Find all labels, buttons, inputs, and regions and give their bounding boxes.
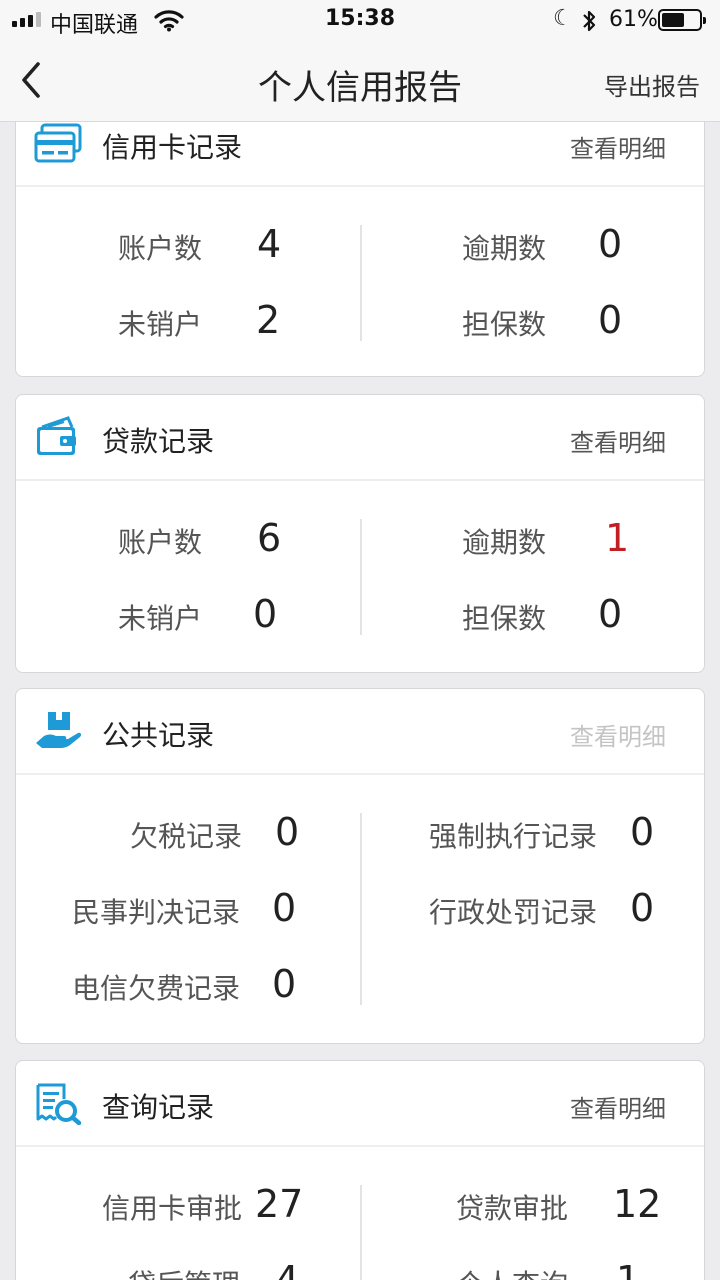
- stat-value: 12: [613, 1182, 662, 1226]
- stat-value: 0: [272, 962, 297, 1006]
- bluetooth-icon: [583, 10, 596, 32]
- stat-value: 0: [253, 592, 278, 636]
- receipt-search-icon: [36, 1083, 82, 1125]
- stat-value: 0: [275, 810, 300, 854]
- stat-value: 4: [275, 1258, 300, 1280]
- stat-label: 欠税记录: [129, 820, 242, 853]
- stat-label: 信用卡审批: [101, 1192, 242, 1225]
- view-detail-link[interactable]: 查看明细: [570, 1089, 666, 1124]
- stat-value: 6: [257, 516, 282, 560]
- stat-value: 0: [630, 810, 655, 854]
- column-divider: [360, 519, 362, 635]
- card-title: 贷款记录: [102, 425, 215, 458]
- stat-value: 0: [630, 886, 655, 930]
- overdue-value-warning: 1: [605, 516, 630, 560]
- column-divider: [360, 813, 362, 1005]
- stat-value: 0: [598, 298, 623, 342]
- column-divider: [360, 225, 362, 341]
- stat-value: 0: [272, 886, 297, 930]
- card-title: 公共记录: [102, 719, 215, 752]
- stat-value: 0: [598, 592, 623, 636]
- credit-card-icon: [34, 123, 82, 163]
- stat-label: 担保数: [461, 602, 546, 635]
- card-body: 信用卡审批 27 贷款审批 12 贷后管理 4 个人查询 1: [16, 1147, 704, 1280]
- stat-label: 逾期数: [461, 526, 546, 559]
- card-body: 账户数 4 逾期数 0 未销户 2 担保数 0: [16, 187, 704, 377]
- stat-label: 个人查询: [456, 1263, 568, 1280]
- card-title: 查询记录: [102, 1091, 215, 1124]
- export-report-button[interactable]: 导出报告: [604, 67, 700, 102]
- view-detail-link[interactable]: 查看明细: [570, 423, 666, 458]
- card-body: 欠税记录 0 强制执行记录 0 民事判决记录 0 行政处罚记录 0 电信欠费记录…: [16, 775, 704, 1043]
- view-detail-link[interactable]: 查看明细: [570, 129, 666, 164]
- card-header: 查询记录 查看明细: [16, 1061, 704, 1147]
- stat-label: 逾期数: [461, 232, 546, 265]
- report-content[interactable]: 信用卡记录 查看明细 账户数 4 逾期数 0 未销户 2 担保数 0 贷款记录 …: [0, 122, 720, 1280]
- view-detail-link-disabled: 查看明细: [570, 723, 666, 751]
- stat-value: 0: [598, 222, 623, 266]
- wallet-icon: [37, 416, 76, 455]
- loan-record-card: 贷款记录 查看明细 账户数 6 逾期数 1 未销户 0 担保数 0: [15, 394, 705, 673]
- stat-label: 行政处罚记录: [428, 896, 597, 929]
- stat-label: 未销户: [117, 602, 202, 635]
- stat-label: 电信欠费记录: [71, 972, 240, 1005]
- stat-label: 民事判决记录: [71, 896, 240, 929]
- card-body: 账户数 6 逾期数 1 未销户 0 担保数 0: [16, 481, 704, 673]
- card-header: 贷款记录 查看明细: [16, 395, 704, 481]
- card-title: 信用卡记录: [102, 131, 243, 164]
- stat-value: 1: [616, 1258, 641, 1280]
- battery-level-fill: [662, 13, 684, 27]
- query-record-card: 查询记录 查看明细 信用卡审批 27 贷款审批 12 贷后管理 4 个人查询 1: [15, 1060, 705, 1280]
- public-record-card: 公共记录 查看明细 欠税记录 0 强制执行记录 0 民事判决记录 0 行政处罚记…: [15, 688, 705, 1044]
- stat-label: 强制执行记录: [428, 820, 597, 853]
- column-divider: [360, 1185, 362, 1280]
- nav-bar: 个人信用报告 导出报告: [0, 40, 720, 122]
- battery-icon: [658, 9, 706, 31]
- stat-label: 担保数: [461, 308, 546, 341]
- hand-box-icon: [36, 712, 82, 748]
- stat-label: 账户数: [117, 526, 202, 559]
- stat-label: 贷后管理: [128, 1263, 240, 1280]
- stat-label: 未销户: [117, 308, 202, 341]
- stat-value: 4: [257, 222, 282, 266]
- status-bar: 中国联通 15:38 ☾ 61%: [0, 0, 720, 40]
- stat-label: 账户数: [117, 232, 202, 265]
- stat-label: 贷款审批: [455, 1192, 568, 1225]
- moon-icon: ☾: [553, 6, 573, 31]
- card-header: 信用卡记录 查看明细: [16, 122, 704, 187]
- stat-value: 2: [256, 298, 281, 342]
- credit-card-record-card: 信用卡记录 查看明细 账户数 4 逾期数 0 未销户 2 担保数 0: [15, 122, 705, 377]
- battery-percent: 61%: [609, 7, 658, 32]
- stat-value: 27: [255, 1182, 304, 1226]
- card-header: 公共记录 查看明细: [16, 689, 704, 775]
